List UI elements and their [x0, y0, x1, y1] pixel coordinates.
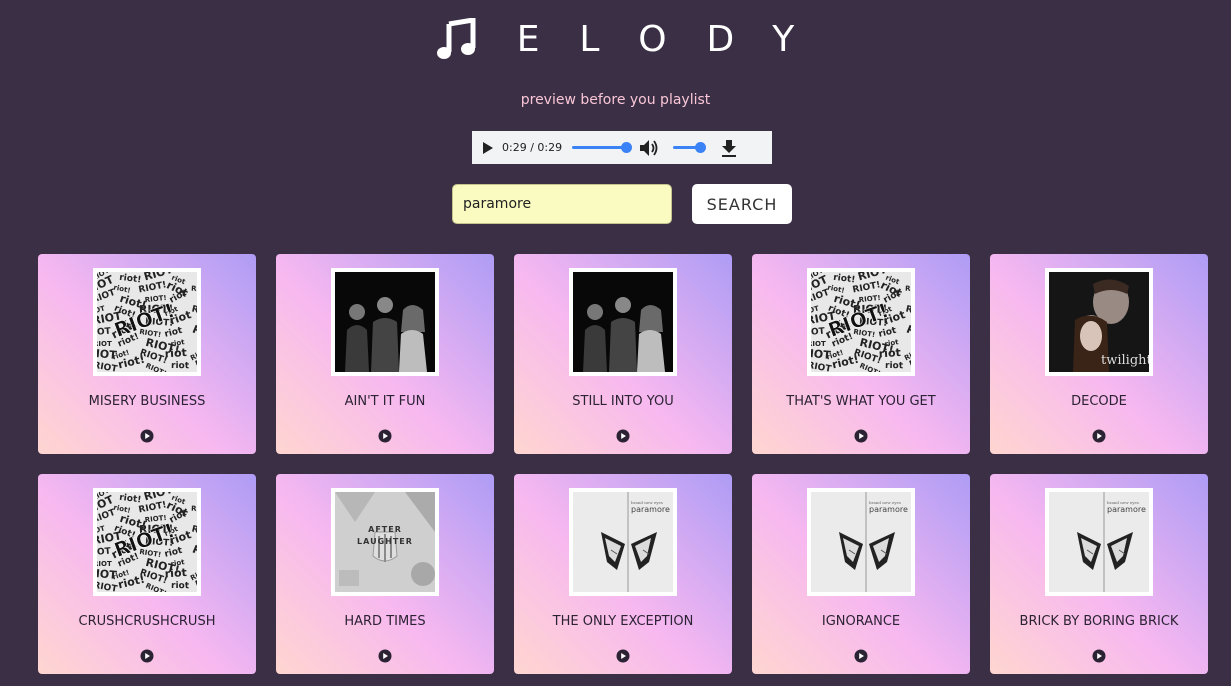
progress-slider[interactable] [572, 142, 632, 153]
album-cover-image [335, 272, 435, 372]
song-title: HARD TIMES [344, 614, 426, 629]
album-art [569, 268, 677, 376]
song-title: THAT'S WHAT YOU GET [786, 394, 936, 409]
song-title: MISERY BUSINESS [88, 394, 206, 409]
album-art: RIOTriot!RIOT!riotRiotRIOTriot!RIOT!riot… [93, 268, 201, 376]
song-card[interactable]: RIOTriot!RIOT!riotRiotRIOTriot!RIOT!riot… [38, 474, 256, 674]
play-circle-icon[interactable] [854, 649, 868, 663]
song-title: DECODE [1071, 394, 1127, 409]
album-cover-image: brand new eyesparamore [573, 492, 673, 592]
album-art: brand new eyes paramore [1045, 488, 1153, 596]
song-title: BRICK BY BORING BRICK [1019, 614, 1179, 629]
volume-knob[interactable] [695, 142, 706, 153]
svg-text:AFTER: AFTER [368, 525, 402, 534]
album-art: RIOTriot!RIOT!riotRiotRIOTriot!RIOT!riot… [93, 488, 201, 596]
play-circle-icon[interactable] [140, 649, 154, 663]
song-card[interactable]: AFTER LAUGHTER HARD TIMES [276, 474, 494, 674]
svg-text:riot: riot [164, 566, 187, 581]
album-cover-image: RIOTriot!RIOT!riotRiotRIOTriot!RIOT!riot… [811, 272, 911, 372]
audio-player[interactable]: 0:29 / 0:29 [472, 131, 772, 164]
svg-text:paramore: paramore [869, 505, 908, 514]
search-button[interactable]: SEARCH [692, 184, 792, 224]
svg-text:riot: riot [164, 346, 187, 361]
song-title: AIN'T IT FUN [344, 394, 426, 409]
song-card[interactable]: STILL INTO YOU [514, 254, 732, 454]
song-title: IGNORANCE [821, 614, 901, 629]
search-input[interactable] [452, 184, 672, 224]
svg-text:Riot: Riot [905, 285, 911, 294]
svg-text:riot: riot [885, 361, 904, 371]
logo: ELODY [0, 18, 1231, 60]
time-display: 0:29 / 0:29 [502, 141, 563, 154]
svg-text:LAUGHTER: LAUGHTER [357, 537, 413, 546]
volume-slider[interactable] [673, 142, 706, 153]
download-icon[interactable] [721, 139, 737, 157]
play-circle-icon[interactable] [616, 429, 630, 443]
album-cover-image: RIOTriot!RIOT!riotRiotRIOTriot!RIOT!riot… [97, 272, 197, 372]
song-title: CRUSHCRUSHCRUSH [78, 614, 216, 629]
song-card[interactable]: twilight DECODE [990, 254, 1208, 454]
song-title: THE ONLY EXCEPTION [552, 614, 694, 629]
song-card[interactable]: RIOTriot!RIOT!riotRiotRIOTriot!RIOT!riot… [38, 254, 256, 454]
song-grid: RIOTriot!RIOT!riotRiotRIOTriot!RIOT!riot… [38, 254, 1208, 674]
album-cover-image [573, 272, 673, 372]
svg-text:Riot: Riot [191, 285, 197, 294]
song-card[interactable]: RIOTriot!RIOT!riotRiotRIOTriot!RIOT!riot… [752, 254, 970, 454]
song-card[interactable]: brand new eyes paramore BRICK BY BORING BR… [990, 474, 1208, 674]
album-art: brand new eyes paramore [807, 488, 915, 596]
logo-text: ELODY [516, 18, 835, 60]
svg-text:riot: riot [171, 581, 190, 591]
album-art: twilight [1045, 268, 1153, 376]
album-art: RIOTriot!RIOT!riotRiotRIOTriot!RIOT!riot… [807, 268, 915, 376]
album-art: brand new eyes paramore [569, 488, 677, 596]
play-circle-icon[interactable] [378, 429, 392, 443]
play-circle-icon[interactable] [1092, 429, 1106, 443]
svg-text:paramore: paramore [631, 505, 670, 514]
album-art: AFTER LAUGHTER [331, 488, 439, 596]
tagline: preview before you playlist [520, 92, 711, 108]
song-title: STILL INTO YOU [572, 394, 674, 409]
play-circle-icon[interactable] [1092, 649, 1106, 663]
album-cover-image: brand new eyesparamore [1049, 492, 1149, 592]
album-cover-image: twilight [1049, 272, 1149, 372]
album-cover-image: RIOTriot!RIOT!riotRiotRIOTriot!RIOT!riot… [97, 492, 197, 592]
volume-icon[interactable] [639, 139, 659, 157]
svg-text:Riot: Riot [191, 505, 197, 514]
play-circle-icon[interactable] [140, 429, 154, 443]
svg-text:riot: riot [878, 346, 901, 361]
play-circle-icon[interactable] [616, 649, 630, 663]
song-card[interactable]: AIN'T IT FUN [276, 254, 494, 454]
song-card[interactable]: brand new eyes paramore IGNORANCE [752, 474, 970, 674]
svg-text:riot: riot [171, 361, 190, 371]
play-icon[interactable] [482, 141, 494, 155]
album-cover-image: brand new eyesparamore [811, 492, 911, 592]
album-art [331, 268, 439, 376]
progress-knob[interactable] [621, 142, 632, 153]
music-note-icon [436, 18, 476, 59]
svg-text:twilight: twilight [1101, 353, 1149, 368]
album-cover-image: AFTER LAUGHTER [335, 492, 435, 592]
play-circle-icon[interactable] [378, 649, 392, 663]
song-card[interactable]: brand new eyes paramore THE ONLY EXCEPTION [514, 474, 732, 674]
play-circle-icon[interactable] [854, 429, 868, 443]
svg-text:paramore: paramore [1107, 505, 1146, 514]
